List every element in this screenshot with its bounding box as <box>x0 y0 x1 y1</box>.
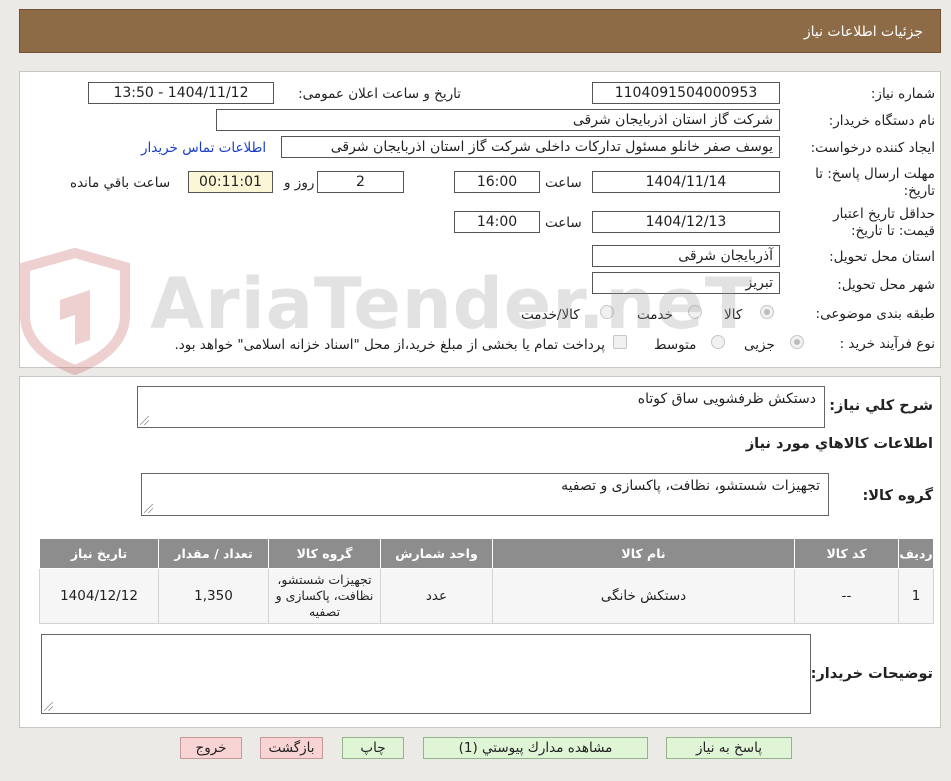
buyer-notes-textarea[interactable] <box>41 634 811 714</box>
need-number-label: شماره نیاز: <box>870 86 935 102</box>
cell-group: تجهیزات شستشو، نظافت، پاکسازی و تصفیه <box>268 568 381 624</box>
buyer-field: شرکت گاز استان اذربایجان شرقی <box>216 109 780 131</box>
validity-time-field: 14:00 <box>454 211 540 233</box>
city-label: شهر محل تحویل: <box>837 277 935 293</box>
buyer-notes-label: توضیحات خریدار: <box>810 666 933 682</box>
category-goods-label: کالا <box>724 307 743 323</box>
cell-code: -- <box>794 568 899 624</box>
resize-handle-icon[interactable] <box>140 416 149 425</box>
province-label: استان محل تحویل: <box>829 249 935 265</box>
table-row: 1 -- دستکش خانگی عدد تجهیزات شستشو، نظاف… <box>39 568 934 624</box>
col-group-header: گروه کالا <box>268 538 381 569</box>
col-name-header: نام کالا <box>492 538 795 569</box>
process-minor-label: جزیی <box>744 337 775 353</box>
goods-group-text: تجهیزات شستشو، نظافت، پاکسازی و تصفیه <box>561 478 820 494</box>
validity-date-field: 1404/12/13 <box>592 211 780 233</box>
cell-quantity: 1,350 <box>158 568 269 624</box>
category-goods-service-label: کالا/خدمت <box>521 307 580 323</box>
cell-name: دستکش خانگی <box>492 568 795 624</box>
back-button[interactable]: بازگشت <box>260 737 323 759</box>
resize-handle-icon[interactable] <box>144 504 153 513</box>
goods-group-label: گروه کالا: <box>862 488 933 504</box>
process-medium-radio[interactable] <box>711 335 725 349</box>
process-label: نوع فرآیند خرید : <box>839 336 935 352</box>
requester-field: یوسف صفر خانلو مسئول تدارکات داخلی شرکت … <box>281 136 780 158</box>
category-goods-radio[interactable] <box>760 305 774 319</box>
reply-button[interactable]: پاسخ به نیاز <box>666 737 792 759</box>
process-minor-radio[interactable] <box>790 335 804 349</box>
table-header-row: رديف کد کالا نام کالا واحد شمارش گروه کا… <box>39 538 934 569</box>
category-goods-service-radio[interactable] <box>600 305 614 319</box>
buyer-contact-link[interactable]: اطلاعات تماس خریدار <box>141 140 266 156</box>
process-medium-label: متوسط <box>654 337 697 353</box>
remaining-label: ساعت باقي مانده <box>70 175 171 191</box>
resize-handle-icon[interactable] <box>44 702 53 711</box>
cell-row-number: 1 <box>898 568 934 624</box>
deadline-date-field: 1404/11/14 <box>592 171 780 193</box>
requester-label: ایجاد کننده درخواست: <box>810 140 935 156</box>
days-field: 2 <box>317 171 404 193</box>
deadline-label-2: تاریخ: <box>903 183 935 199</box>
print-button[interactable]: چاپ <box>342 737 404 759</box>
validity-label-2: قیمت: تا تاریخ: <box>851 223 935 239</box>
need-number-field: 1104091504000953 <box>592 82 780 104</box>
announce-field: 1404/11/12 - 13:50 <box>88 82 274 104</box>
treasury-payment-checkbox[interactable] <box>613 335 627 349</box>
cell-unit: عدد <box>380 568 493 624</box>
validity-label: حداقل تاریخ اعتبار <box>833 206 935 222</box>
view-attachments-button[interactable]: مشاهده مدارك پيوستي (1) <box>423 737 648 759</box>
summary-text: دستکش ظرفشویی ساق کوتاه <box>637 391 816 407</box>
goods-table: رديف کد کالا نام کالا واحد شمارش گروه کا… <box>39 538 934 624</box>
province-field: آذربایجان شرقی <box>592 245 780 267</box>
category-label: طبقه بندی موضوعی: <box>815 306 935 322</box>
category-service-radio[interactable] <box>688 305 702 319</box>
page-title: جزئیات اطلاعات نیاز <box>803 24 923 40</box>
col-date-header: تاریخ نیاز <box>39 538 159 569</box>
col-qty-header: تعداد / مقدار <box>158 538 269 569</box>
page-header: جزئیات اطلاعات نیاز <box>19 9 941 53</box>
col-code-header: کد کالا <box>794 538 899 569</box>
city-field: تبریز <box>592 272 780 294</box>
category-service-label: خدمت <box>637 307 673 323</box>
buyer-label: نام دستگاه خریدار: <box>828 113 935 129</box>
col-unit-header: واحد شمارش <box>380 538 493 569</box>
cell-need-date: 1404/12/12 <box>39 568 159 624</box>
announce-label: تاریخ و ساعت اعلان عمومی: <box>298 86 461 102</box>
validity-time-label: ساعت <box>545 215 582 231</box>
deadline-label: مهلت ارسال پاسخ: تا <box>815 166 935 182</box>
col-row-header: رديف <box>898 538 934 569</box>
goods-info-title: اطلاعات کالاهاي مورد نياز <box>745 436 933 452</box>
remaining-time-field: 00:11:01 <box>188 171 273 193</box>
days-label: روز و <box>284 175 315 191</box>
summary-textarea[interactable]: دستکش ظرفشویی ساق کوتاه <box>137 386 825 428</box>
summary-label: شرح کلي نياز: <box>829 398 933 414</box>
deadline-time-label: ساعت <box>545 175 582 191</box>
deadline-time-field: 16:00 <box>454 171 540 193</box>
payment-note: پرداخت تمام یا بخشی از مبلغ خرید،از محل … <box>174 337 605 353</box>
exit-button[interactable]: خروج <box>180 737 242 759</box>
goods-group-textarea[interactable]: تجهیزات شستشو، نظافت، پاکسازی و تصفیه <box>141 473 829 516</box>
